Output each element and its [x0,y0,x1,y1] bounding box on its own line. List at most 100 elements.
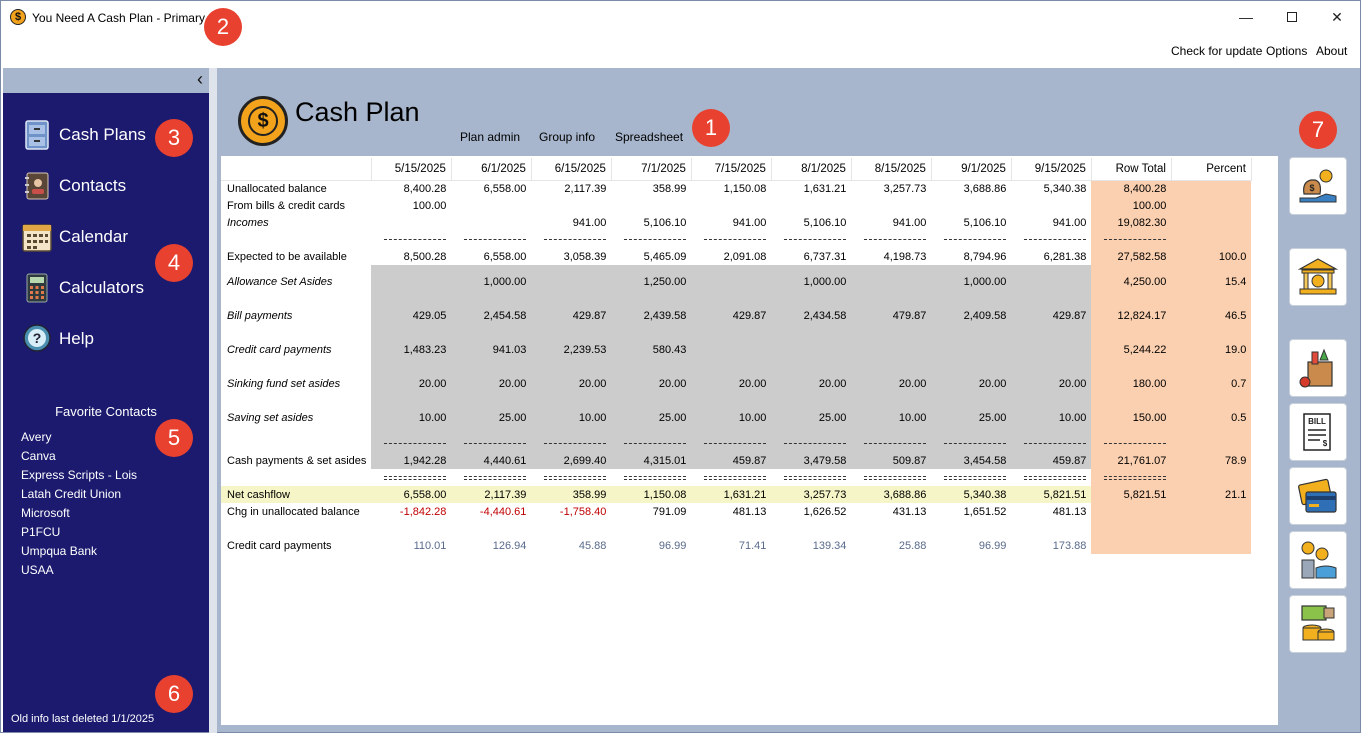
table-cell[interactable]: 459.87 [691,452,772,469]
table-cell[interactable]: 941.00 [1011,214,1091,231]
table-cell[interactable]: 20.00 [851,367,932,401]
table-cell[interactable]: 96.99 [611,537,691,554]
table-cell[interactable]: 6,281.38 [1011,248,1091,265]
table-cell[interactable]: 2,091.08 [691,248,771,265]
table-cell[interactable] [691,333,772,367]
close-button[interactable]: ✕ [1314,5,1360,29]
table-cell[interactable]: -4,440.61 [451,503,531,520]
favorite-contact[interactable]: USAA [21,563,54,577]
table-cell[interactable]: 20.00 [371,367,452,401]
table-cell[interactable] [931,333,1012,367]
about-link[interactable]: About [1316,44,1347,58]
table-cell[interactable]: 110.01 [371,537,451,554]
table-cell[interactable] [691,197,771,214]
table-cell[interactable]: 20.00 [931,367,1012,401]
table-cell[interactable]: 20.00 [611,367,692,401]
table-cell[interactable]: 431.13 [851,503,931,520]
table-cell[interactable] [851,265,932,299]
table-cell[interactable] [691,265,772,299]
tab-group-info[interactable]: Group info [539,130,595,144]
table-cell[interactable]: 100.00 [371,197,451,214]
table-cell[interactable]: 20.00 [691,367,772,401]
table-cell[interactable] [371,265,452,299]
table-cell[interactable]: 96.99 [931,537,1011,554]
table-cell[interactable]: 941.03 [451,333,532,367]
table-cell[interactable]: 5,340.38 [931,486,1012,503]
table-cell[interactable]: 6,558.00 [371,486,452,503]
table-cell[interactable]: 10.00 [851,401,932,435]
table-cell[interactable]: 5,340.38 [1011,180,1091,197]
table-cell[interactable]: 5,106.10 [771,214,851,231]
column-header[interactable]: 5/15/2025 [371,158,452,181]
column-header[interactable]: 9/15/2025 [1011,158,1092,181]
favorite-contact[interactable]: Canva [21,449,56,463]
table-cell[interactable]: 45.88 [531,537,611,554]
table-cell[interactable]: 3,454.58 [931,452,1012,469]
table-cell[interactable]: 429.87 [531,299,612,333]
table-cell[interactable]: 1,250.00 [611,265,692,299]
table-cell[interactable] [451,214,531,231]
table-cell[interactable]: 429.05 [371,299,452,333]
table-cell[interactable]: 4,198.73 [851,248,931,265]
table-cell[interactable]: 941.00 [851,214,931,231]
column-header[interactable]: 8/1/2025 [771,158,852,181]
table-cell[interactable]: 1,631.21 [771,180,851,197]
table-cell[interactable] [451,197,531,214]
table-cell[interactable]: 3,479.58 [771,452,852,469]
table-cell[interactable] [1011,197,1091,214]
credit-cards-button[interactable] [1289,467,1347,525]
income-button[interactable]: $ [1289,157,1347,215]
table-cell[interactable]: 1,150.08 [691,180,771,197]
table-cell[interactable]: 6,558.00 [451,180,531,197]
table-cell[interactable]: 2,409.58 [931,299,1012,333]
table-cell[interactable]: 3,058.39 [531,248,611,265]
table-cell[interactable]: 941.00 [691,214,771,231]
table-cell[interactable]: 4,440.61 [451,452,532,469]
table-cell[interactable] [771,197,851,214]
table-cell[interactable]: 429.87 [691,299,772,333]
table-cell[interactable]: 20.00 [771,367,852,401]
bank-button[interactable] [1289,248,1347,306]
table-cell[interactable]: 20.00 [1011,367,1092,401]
table-cell[interactable] [1011,333,1092,367]
table-cell[interactable]: 3,257.73 [771,486,852,503]
table-cell[interactable]: 1,942.28 [371,452,452,469]
nav-calculators[interactable]: Calculators [21,270,144,306]
table-cell[interactable]: 25.00 [451,401,532,435]
column-header[interactable]: 9/1/2025 [931,158,1012,181]
table-cell[interactable]: 8,500.28 [371,248,451,265]
table-cell[interactable]: 1,000.00 [771,265,852,299]
table-cell[interactable]: 25.00 [611,401,692,435]
table-cell[interactable]: 25.88 [851,537,931,554]
table-cell[interactable]: 5,821.51 [1011,486,1092,503]
table-cell[interactable] [611,197,691,214]
table-cell[interactable]: 941.00 [531,214,611,231]
column-header[interactable]: 6/15/2025 [531,158,612,181]
table-cell[interactable]: 1,000.00 [931,265,1012,299]
favorite-contact[interactable]: Avery [21,430,51,444]
table-cell[interactable]: 429.87 [1011,299,1092,333]
table-cell[interactable]: 5,106.10 [611,214,691,231]
table-cell[interactable]: 10.00 [1011,401,1092,435]
nav-calendar[interactable]: Calendar [21,219,128,255]
table-cell[interactable]: 6,558.00 [451,248,531,265]
table-cell[interactable]: 10.00 [531,401,612,435]
table-cell[interactable]: 10.00 [691,401,772,435]
favorite-contact[interactable]: Express Scripts - Lois [21,468,137,482]
table-cell[interactable]: 8,794.96 [931,248,1011,265]
table-cell[interactable]: 71.41 [691,537,771,554]
groceries-button[interactable] [1289,339,1347,397]
tab-plan-admin[interactable]: Plan admin [460,130,520,144]
table-cell[interactable]: 1,651.52 [931,503,1011,520]
table-cell[interactable]: 481.13 [691,503,771,520]
table-cell[interactable]: 25.00 [931,401,1012,435]
minimize-button[interactable]: — [1223,5,1269,29]
table-cell[interactable]: 358.99 [531,486,612,503]
nav-cash-plans[interactable]: Cash Plans [21,117,146,153]
favorite-contact[interactable]: Umpqua Bank [21,544,97,558]
table-cell[interactable]: 2,434.58 [771,299,852,333]
table-cell[interactable] [851,197,931,214]
table-cell[interactable]: 126.94 [451,537,531,554]
table-cell[interactable]: 358.99 [611,180,691,197]
options-link[interactable]: Options [1266,44,1307,58]
